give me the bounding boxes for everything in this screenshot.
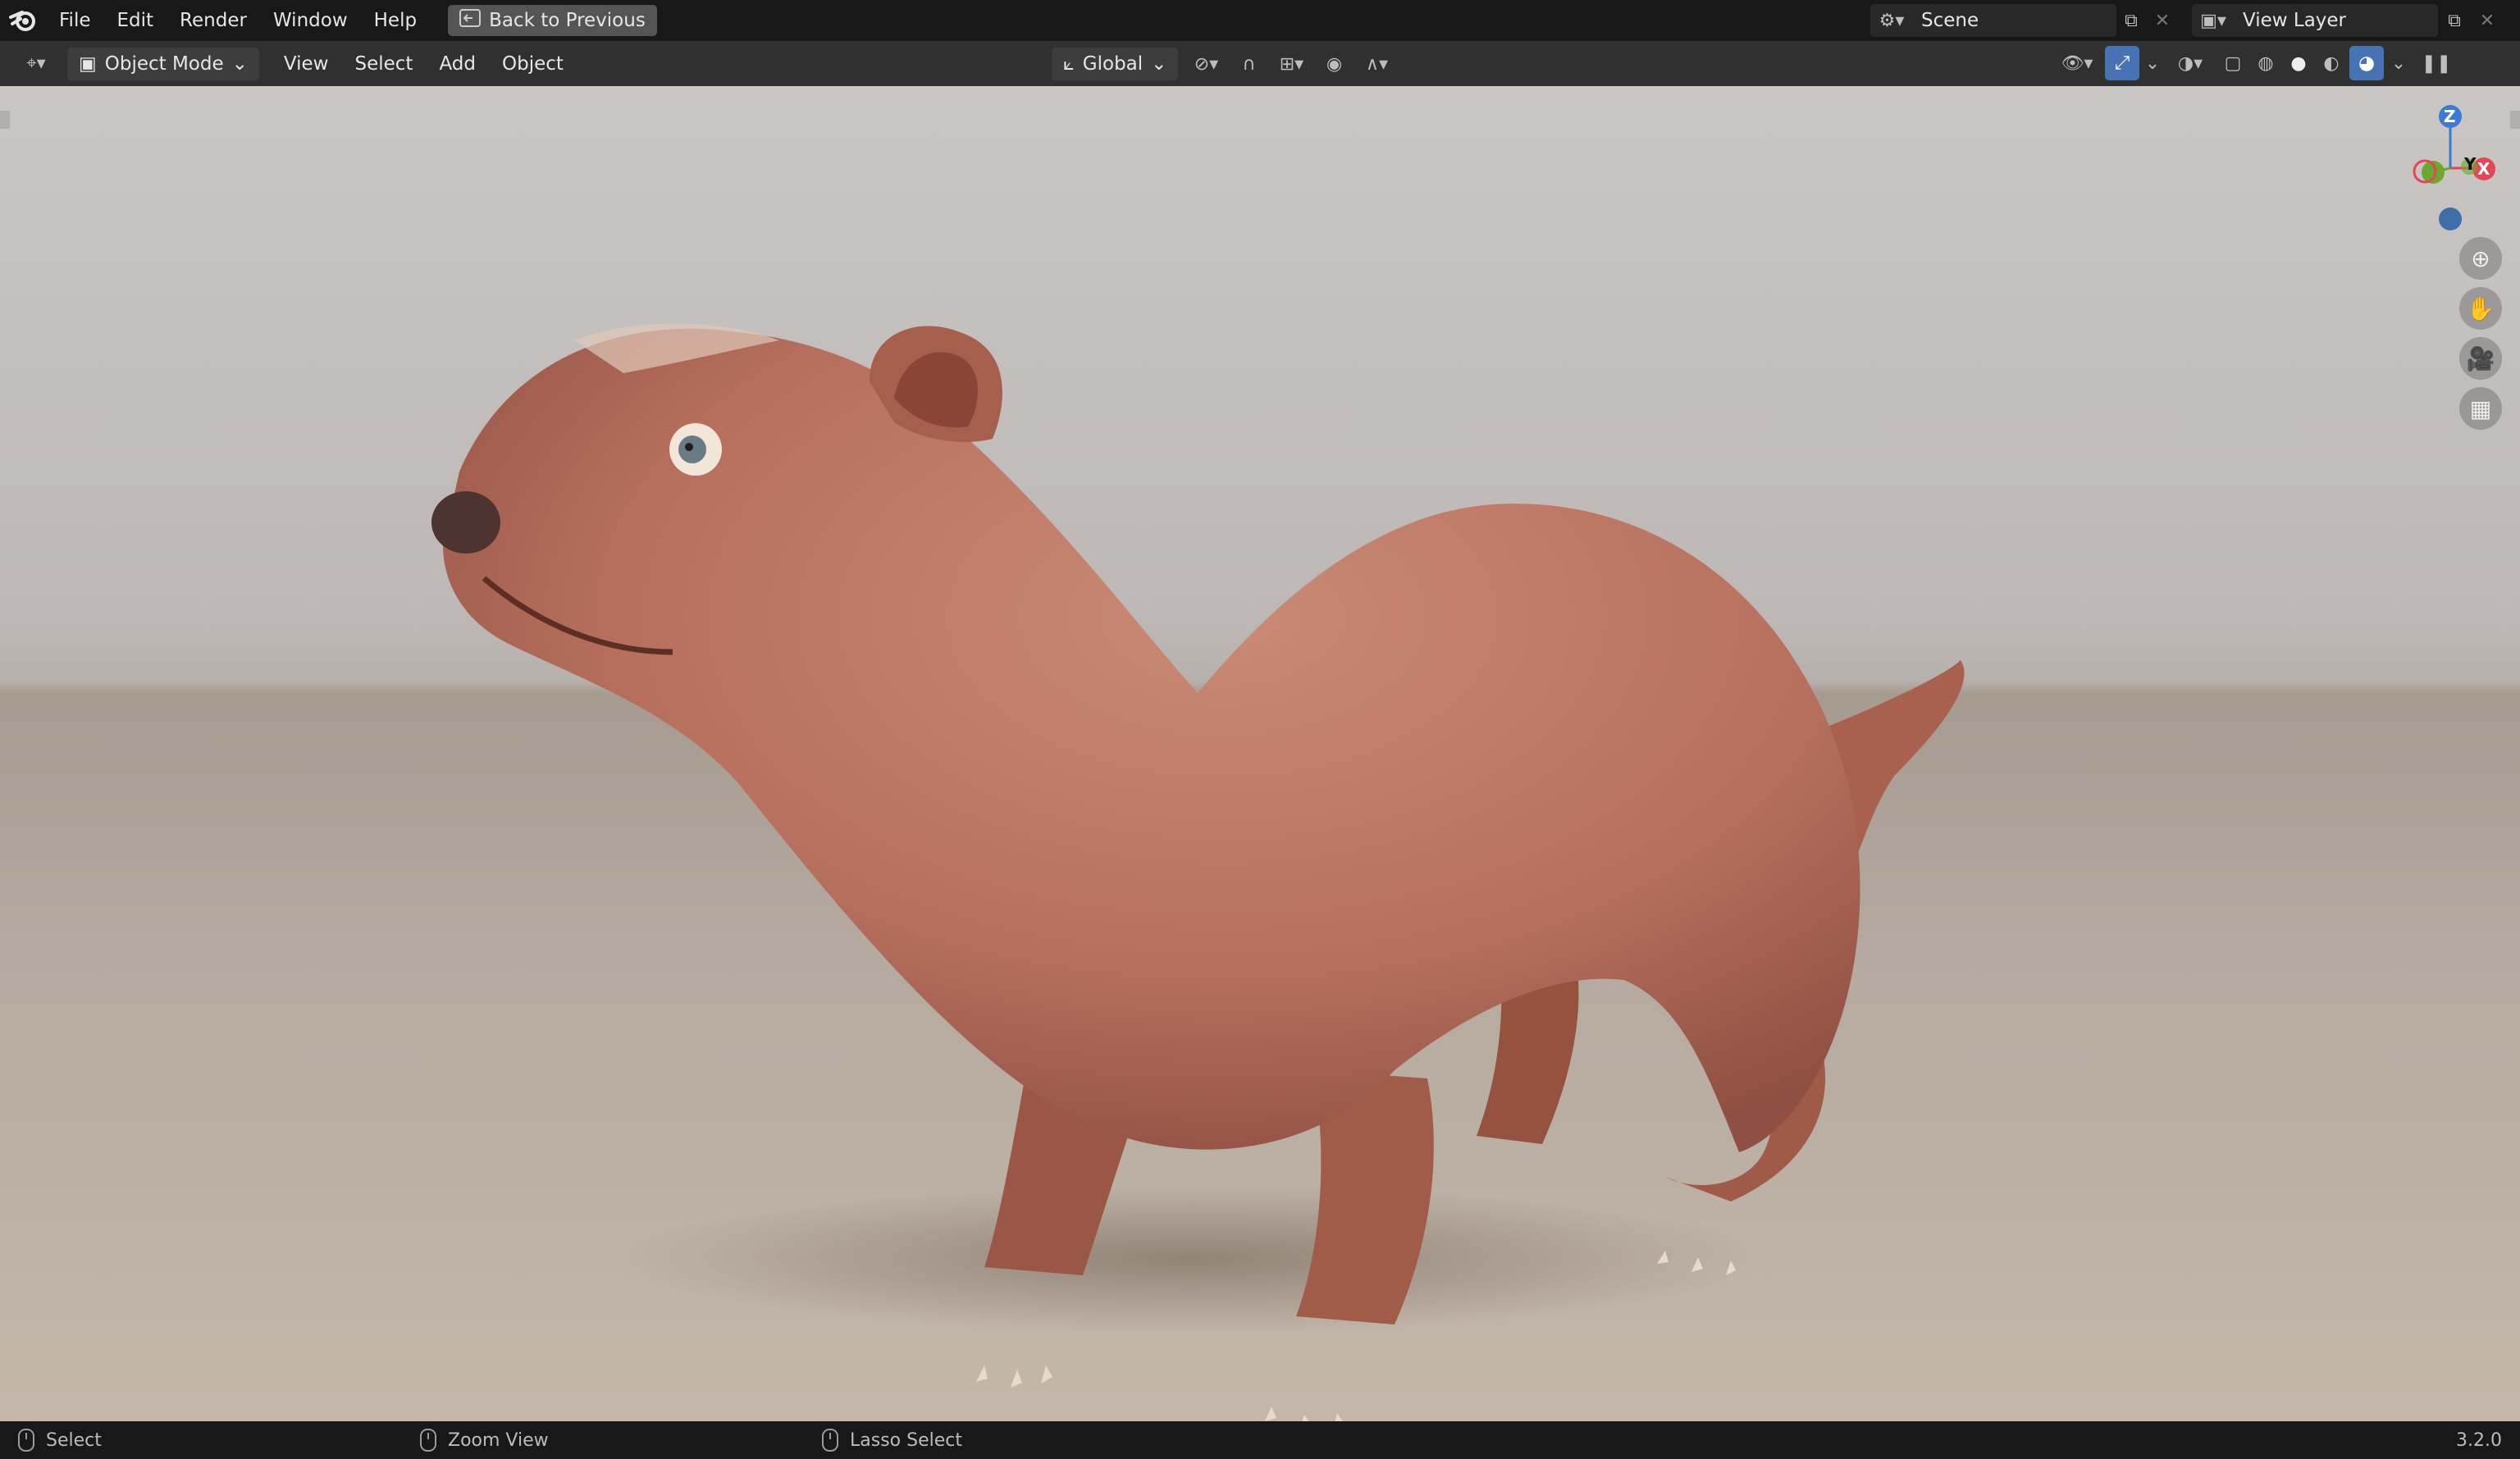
menu-help[interactable]: Help bbox=[361, 4, 430, 37]
pause-icon[interactable]: ❚❚ bbox=[2422, 48, 2452, 79]
back-icon bbox=[459, 9, 482, 32]
scene-selector[interactable]: ⚙▾ Scene bbox=[1870, 4, 2116, 37]
menu-render[interactable]: Render bbox=[167, 4, 260, 37]
toolbar-toggle[interactable] bbox=[0, 111, 10, 129]
wireframe-icon[interactable]: ◍ bbox=[2251, 48, 2280, 79]
view-layer-icon: ▣▾ bbox=[2200, 10, 2226, 31]
back-to-previous-label: Back to Previous bbox=[489, 10, 646, 31]
menu-file[interactable]: File bbox=[46, 4, 104, 37]
mouse-middle-icon bbox=[420, 1429, 436, 1452]
object-mode-dropdown[interactable]: ▣ Object Mode ⌄ bbox=[67, 47, 259, 80]
copy-icon[interactable]: ⧉ bbox=[2116, 5, 2146, 36]
close-icon[interactable]: ✕ bbox=[2472, 5, 2502, 36]
copy-icon[interactable]: ⧉ bbox=[2440, 5, 2469, 36]
proportional-icon[interactable]: ◉ bbox=[1319, 48, 1349, 80]
gizmo-z-label: Z bbox=[2444, 107, 2456, 126]
orientation-icon: ⟀ bbox=[1063, 53, 1075, 75]
status-zoom-label: Zoom View bbox=[448, 1429, 549, 1451]
mouse-right-icon bbox=[822, 1429, 838, 1452]
close-icon[interactable]: ✕ bbox=[2148, 5, 2177, 36]
menu-object[interactable]: Object bbox=[489, 48, 577, 80]
object-mode-label: Object Mode bbox=[104, 52, 224, 75]
pan-icon[interactable]: ✋ bbox=[2459, 287, 2502, 330]
blender-logo-icon[interactable] bbox=[0, 0, 46, 41]
menu-window[interactable]: Window bbox=[260, 4, 361, 37]
status-bar: Select Zoom View Lasso Select 3.2.0 bbox=[0, 1421, 2520, 1459]
menu-select[interactable]: Select bbox=[342, 48, 427, 80]
back-to-previous-button[interactable]: Back to Previous bbox=[448, 5, 657, 36]
menu-edit[interactable]: Edit bbox=[104, 4, 167, 37]
chevron-down-icon[interactable]: ⌄ bbox=[2143, 48, 2162, 79]
falloff-icon[interactable]: ∧▾ bbox=[1352, 48, 1401, 80]
status-zoom-view: Zoom View bbox=[420, 1429, 549, 1452]
zoom-icon[interactable]: ⊕ bbox=[2459, 237, 2502, 280]
camera-icon[interactable]: 🎥 bbox=[2459, 337, 2502, 380]
status-lasso-label: Lasso Select bbox=[850, 1429, 962, 1451]
view-layer-selector[interactable]: ▣▾ View Layer bbox=[2192, 4, 2438, 37]
editor-type-icon[interactable]: ⌖▾ bbox=[11, 48, 61, 80]
object-mode-icon: ▣ bbox=[79, 52, 97, 75]
visibility-icon[interactable]: 👁▾ bbox=[2052, 48, 2102, 79]
grid-icon[interactable]: ▦ bbox=[2459, 387, 2502, 430]
chevron-down-icon: ⌄ bbox=[1151, 53, 1167, 75]
version-label: 3.2.0 bbox=[2456, 1429, 2502, 1451]
viewport-header: ⌖▾ ▣ Object Mode ⌄ View Select Add Objec… bbox=[0, 41, 2520, 86]
view-layer-name: View Layer bbox=[2243, 10, 2347, 31]
status-select-label: Select bbox=[46, 1429, 102, 1451]
xray-icon[interactable]: ▢ bbox=[2218, 48, 2248, 79]
snap-icon[interactable]: ∩ bbox=[1234, 48, 1263, 80]
chevron-down-icon: ⌄ bbox=[231, 52, 248, 75]
top-bar: File Edit Render Window Help Back to Pre… bbox=[0, 0, 2520, 41]
gizmo-icon[interactable]: ⤢ bbox=[2105, 46, 2139, 80]
status-lasso-select: Lasso Select bbox=[822, 1429, 962, 1452]
snap-target-icon[interactable]: ⊞▾ bbox=[1267, 48, 1316, 80]
transform-orientation-dropdown[interactable]: ⟀ Global ⌄ bbox=[1052, 48, 1179, 80]
gizmo-x-label: X bbox=[2477, 159, 2490, 179]
solid-icon[interactable]: ● bbox=[2284, 48, 2313, 79]
rendered-icon[interactable]: ◕ bbox=[2349, 46, 2384, 80]
chevron-down-icon[interactable]: ⌄ bbox=[2387, 48, 2410, 79]
overlay-icon[interactable]: ◑▾ bbox=[2166, 48, 2215, 79]
rendered-scene bbox=[431, 323, 1965, 1421]
navigation-gizmo[interactable]: Z Y X bbox=[2405, 103, 2495, 242]
menu-add[interactable]: Add bbox=[426, 48, 489, 80]
sidebar-toggle[interactable] bbox=[2510, 111, 2520, 129]
mouse-left-icon bbox=[18, 1429, 34, 1452]
status-select: Select bbox=[18, 1429, 102, 1452]
material-icon[interactable]: ◐ bbox=[2317, 48, 2346, 79]
3d-viewport[interactable]: Z Y X ⊕ ✋ 🎥 ▦ bbox=[0, 86, 2520, 1421]
menu-view[interactable]: View bbox=[271, 48, 342, 80]
pivot-icon[interactable]: ⊘▾ bbox=[1181, 48, 1230, 80]
gizmo-y-label: Y bbox=[2464, 154, 2477, 174]
scene-name: Scene bbox=[1921, 10, 1979, 31]
scene-icon: ⚙▾ bbox=[1879, 10, 1905, 31]
transform-orientation-label: Global bbox=[1082, 53, 1144, 75]
